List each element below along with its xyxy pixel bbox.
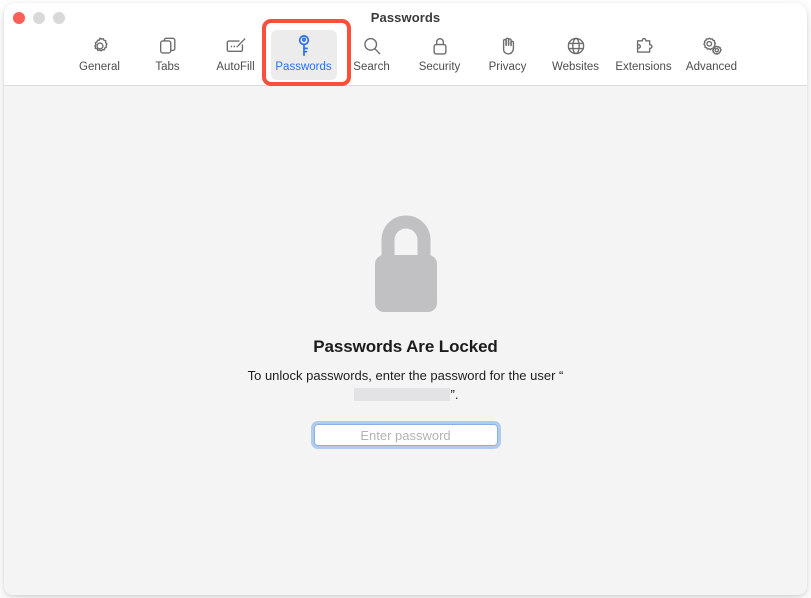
padlock-icon	[362, 211, 450, 321]
hand-icon	[497, 33, 519, 59]
gear-icon	[89, 33, 111, 59]
tab-extensions[interactable]: Extensions	[611, 30, 677, 80]
tab-label: Passwords	[275, 61, 332, 73]
tab-label: Tabs	[155, 61, 180, 73]
tab-label: Security	[418, 61, 461, 73]
tab-tabs[interactable]: Tabs	[135, 30, 201, 80]
tab-label: Advanced	[685, 61, 738, 73]
tab-autofill[interactable]: AutoFill	[203, 30, 269, 80]
globe-icon	[565, 33, 587, 59]
passwords-locked-panel: Passwords Are Locked To unlock passwords…	[4, 211, 807, 446]
tab-label: General	[79, 61, 120, 73]
password-input[interactable]	[313, 424, 498, 446]
tab-privacy[interactable]: Privacy	[475, 30, 541, 80]
tab-label: Search	[353, 61, 390, 73]
tab-websites[interactable]: Websites	[543, 30, 609, 80]
gears-icon	[700, 33, 724, 59]
key-icon	[294, 33, 314, 59]
instruction-text-before: To unlock passwords, enter the password …	[247, 368, 564, 383]
content-pane: Passwords Are Locked To unlock passwords…	[4, 86, 807, 595]
tab-security[interactable]: Security	[407, 30, 473, 80]
preferences-window: Passwords General Tabs AutoFill Password…	[4, 3, 807, 595]
magnifier-icon	[361, 33, 383, 59]
instruction-text-after: ”.	[450, 387, 459, 402]
window-title: Passwords	[370, 10, 441, 25]
tab-label: Extensions	[615, 61, 672, 73]
tab-search[interactable]: Search	[339, 30, 405, 80]
tab-label: Privacy	[488, 61, 527, 73]
autofill-icon	[224, 33, 248, 59]
page-title: Passwords Are Locked	[313, 337, 498, 356]
lock-icon	[429, 33, 451, 59]
instruction-text: To unlock passwords, enter the password …	[241, 366, 571, 404]
tab-general[interactable]: General	[67, 30, 133, 80]
tab-advanced[interactable]: Advanced	[679, 30, 745, 80]
tabs-icon	[157, 33, 179, 59]
puzzle-icon	[633, 33, 655, 59]
tab-label: Websites	[551, 61, 600, 73]
tab-passwords[interactable]: Passwords	[270, 30, 337, 80]
preferences-toolbar: General Tabs AutoFill Passwords Search S…	[4, 30, 807, 84]
password-field-focus-ring	[313, 424, 498, 446]
redacted-username	[353, 388, 450, 401]
tab-label: AutoFill	[216, 61, 255, 73]
titlebar: Passwords General Tabs AutoFill Password…	[4, 3, 807, 86]
